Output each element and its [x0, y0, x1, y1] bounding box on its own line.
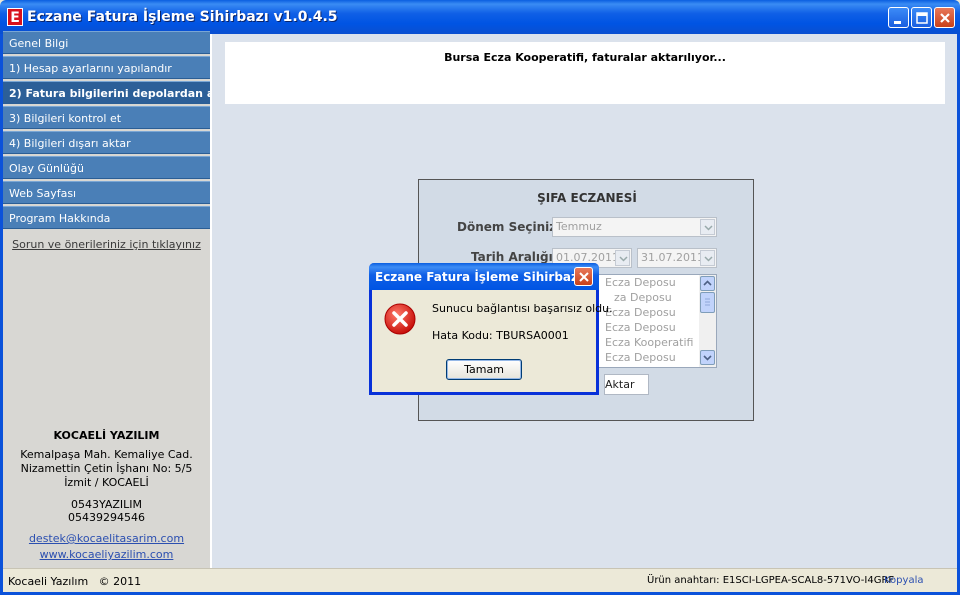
dialog-error-code: Hata Kodu: TBURSA0001	[432, 329, 569, 342]
period-value: Temmuz	[556, 220, 602, 233]
date-to-value: 31.07.2011	[641, 251, 704, 264]
company-email-link[interactable]: destek@kocaelitasarim.com	[3, 532, 210, 545]
sidebar-item-disari-aktar[interactable]: 4) Bilgileri dışarı aktar	[3, 131, 210, 154]
feedback-link[interactable]: Sorun ve önerileriniz için tıklayınız	[3, 238, 210, 251]
list-scrollbar[interactable]	[699, 275, 716, 367]
date-to-picker[interactable]: 31.07.2011	[637, 248, 717, 268]
list-item[interactable]: Ecza Kooperatifi	[605, 336, 693, 349]
sidebar-item-web-sayfasi[interactable]: Web Sayfası	[3, 181, 210, 204]
company-name: KOCAELİ YAZILIM	[53, 429, 160, 442]
company-address-3: İzmit / KOCAELİ	[64, 476, 149, 489]
status-bar: Kocaeli Yazılım © 2011 Ürün anahtarı: E1…	[3, 568, 957, 592]
period-label: Dönem Seçiniz	[457, 220, 557, 234]
window-title: Eczane Fatura İşleme Sihirbazı v1.0.4.5	[27, 9, 338, 25]
company-address-2: Nizamettin Çetin İşhanı No: 5/5	[20, 462, 193, 475]
list-item[interactable]: Ecza Deposu	[605, 276, 676, 289]
sidebar-item-hesap-ayarlari[interactable]: 1) Hesap ayarlarını yapılandır	[3, 56, 210, 79]
list-item[interactable]: za Deposu	[614, 291, 672, 304]
close-icon[interactable]	[934, 7, 955, 28]
title-bar[interactable]: E Eczane Fatura İşleme Sihirbazı v1.0.4.…	[0, 0, 960, 34]
progress-banner: Bursa Ecza Kooperatifi, faturalar aktarı…	[225, 42, 945, 104]
scroll-up-icon[interactable]	[700, 276, 715, 291]
sidebar-item-olay-gunlugu[interactable]: Olay Günlüğü	[3, 156, 210, 179]
chevron-down-icon[interactable]	[615, 250, 630, 266]
dialog-title: Eczane Fatura İşleme Sihirbazı	[375, 270, 583, 284]
close-icon[interactable]	[574, 267, 593, 286]
company-phone-2: 05439294546	[68, 511, 145, 524]
dialog-message: Sunucu bağlantısı başarısız oldu.	[432, 302, 613, 315]
date-range-label: Tarih Aralığı	[471, 250, 553, 264]
sidebar: Genel Bilgi 1) Hesap ayarlarını yapıland…	[3, 31, 240, 568]
list-item[interactable]: Ecza Deposu	[605, 321, 676, 334]
sidebar-item-fatura-aktar[interactable]: 2) Fatura bilgilerini depolardan aktar	[3, 81, 240, 104]
sidebar-item-kontrol[interactable]: 3) Bilgileri kontrol et	[3, 106, 210, 129]
dialog-title-bar[interactable]: Eczane Fatura İşleme Sihirbazı	[369, 263, 599, 290]
company-address-1: Kemalpaşa Mah. Kemaliye Cad.	[20, 448, 193, 461]
error-dialog: Eczane Fatura İşleme Sihirbazı Sunucu ba…	[369, 263, 613, 395]
panel-title: ŞIFA ECZANESİ	[537, 191, 637, 205]
product-key: Ürün anahtarı: E1SCI-LGPEA-SCAL8-571VO-I…	[647, 575, 895, 586]
scroll-down-icon[interactable]	[700, 350, 715, 365]
scroll-thumb[interactable]	[700, 292, 715, 313]
error-icon	[384, 303, 416, 338]
period-select[interactable]: Temmuz	[552, 217, 717, 237]
sidebar-item-program-hakkinda[interactable]: Program Hakkında	[3, 206, 210, 229]
list-item[interactable]: Ecza Deposu	[605, 351, 676, 364]
banner-text: Bursa Ecza Kooperatifi, faturalar aktarı…	[444, 51, 726, 64]
company-website-link[interactable]: www.kocaeliyazilim.com	[3, 548, 210, 561]
company-phone-1: 0543YAZILIM	[70, 498, 143, 511]
chevron-down-icon[interactable]	[700, 219, 715, 235]
copy-key-link[interactable]: Kopyala	[884, 575, 923, 586]
app-icon: E	[7, 8, 23, 26]
ok-button[interactable]: Tamam	[446, 359, 522, 380]
chevron-down-icon[interactable]	[700, 250, 715, 266]
sidebar-item-genel-bilgi[interactable]: Genel Bilgi	[3, 31, 210, 54]
maximize-icon[interactable]	[911, 7, 932, 28]
minimize-icon[interactable]	[888, 7, 909, 28]
list-item[interactable]: Ecza Deposu	[605, 306, 676, 319]
transfer-button[interactable]: Aktar	[604, 374, 649, 395]
status-copyright: Kocaeli Yazılım © 2011	[8, 575, 142, 588]
